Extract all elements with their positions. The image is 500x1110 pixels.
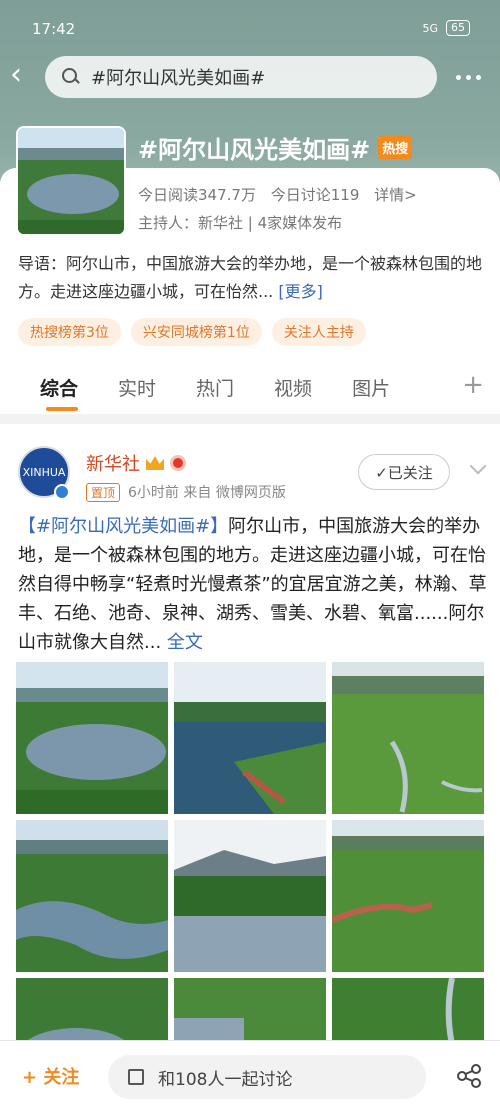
topic-host: 主持人：新华社 | 4家媒体发布: [138, 214, 343, 232]
post-author-name: 新华社: [86, 454, 140, 475]
topic-details-link[interactable]: 详情>: [374, 186, 417, 204]
post-author[interactable]: 新华社: [86, 450, 186, 476]
tab-video[interactable]: 视频: [274, 374, 312, 401]
status-icons: 5G 65: [422, 20, 470, 36]
search-query: #阿尔山风光美如画#: [91, 68, 266, 89]
status-bar: 17:42 5G 65: [0, 0, 500, 56]
nav-bar: ‹ #阿尔山风光美如画#: [0, 54, 500, 100]
post-image[interactable]: [174, 820, 326, 972]
post-card: XINHUA 新华社 置顶 6小时前 来自 微博网页版 ✓已关注 【#阿尔山风光…: [0, 424, 500, 1068]
pin-badge: 置顶: [86, 482, 121, 502]
post-image[interactable]: [332, 820, 484, 972]
tag-hot-rank[interactable]: 热搜榜第3位: [18, 318, 121, 346]
discuss-input[interactable]: 和108人一起讨论: [108, 1055, 426, 1099]
intro-more-link[interactable]: [更多]: [278, 282, 323, 301]
tab-images[interactable]: 图片: [352, 374, 390, 401]
edit-icon: [128, 1069, 144, 1085]
tab-comprehensive[interactable]: 综合: [40, 374, 79, 411]
share-icon[interactable]: [456, 1063, 482, 1089]
followed-button[interactable]: ✓已关注: [358, 454, 450, 490]
hot-badge: 热搜: [378, 136, 413, 159]
bottom-bar: + 关注 和108人一起讨论: [0, 1040, 500, 1110]
battery-icon: 65: [446, 20, 470, 36]
add-tab-icon[interactable]: +: [462, 372, 484, 398]
member-badge-icon: [170, 455, 186, 471]
search-icon: [61, 67, 81, 87]
back-button[interactable]: ‹: [10, 60, 38, 94]
crown-icon: [146, 456, 164, 470]
topic-stats: 今日阅读347.7万 今日讨论119 详情>: [138, 184, 427, 205]
tag-host[interactable]: 关注人主持: [271, 318, 366, 346]
tab-bar: 综合 实时 热门 视频 图片 +: [0, 360, 500, 414]
post-image[interactable]: [16, 820, 168, 972]
search-input[interactable]: #阿尔山风光美如画#: [45, 56, 437, 98]
post-text: 【#阿尔山风光美如画#】阿尔山市，中国旅游大会的举办地，是一个被森林包围的地方。…: [18, 512, 488, 657]
status-time: 17:42: [32, 20, 76, 38]
tag-city-rank[interactable]: 兴安同城榜第1位: [130, 318, 262, 346]
avatar-text: XINHUA: [22, 465, 66, 479]
topic-title-text: #阿尔山风光美如画#: [138, 136, 371, 164]
follow-button[interactable]: + 关注: [22, 1063, 79, 1089]
topic-tags: 热搜榜第3位 兴安同城榜第1位 关注人主持: [18, 318, 366, 346]
post-image[interactable]: [332, 662, 484, 814]
topic-thumbnail: [16, 126, 126, 236]
network-icon: 5G: [422, 21, 438, 35]
tab-hot[interactable]: 热门: [196, 374, 234, 401]
post-image[interactable]: [174, 662, 326, 814]
chevron-down-icon[interactable]: [469, 457, 487, 475]
discuss-label: 和108人一起讨论: [158, 1069, 293, 1090]
topic-intro: 导语：阿尔山市，中国旅游大会的举办地，是一个被森林包围的地方。走进这座边疆小城，…: [18, 250, 484, 306]
topic-discussions: 今日讨论119: [270, 186, 360, 204]
verified-icon: [54, 484, 70, 500]
post-time-source: 6小时前 来自 微博网页版: [128, 485, 286, 501]
post-meta: 置顶 6小时前 来自 微博网页版: [86, 482, 286, 502]
full-text-link[interactable]: 全文: [167, 632, 203, 653]
post-hashtag[interactable]: 【#阿尔山风光美如画#】: [18, 516, 228, 537]
topic-reads: 今日阅读347.7万: [138, 186, 256, 204]
tab-realtime[interactable]: 实时: [118, 374, 156, 401]
topic-intro-text: 导语：阿尔山市，中国旅游大会的举办地，是一个被森林包围的地方。走进这座边疆小城，…: [18, 254, 483, 301]
post-image[interactable]: [16, 662, 168, 814]
topic-title: #阿尔山风光美如画# 热搜: [138, 130, 413, 165]
more-options-button[interactable]: [452, 62, 484, 92]
